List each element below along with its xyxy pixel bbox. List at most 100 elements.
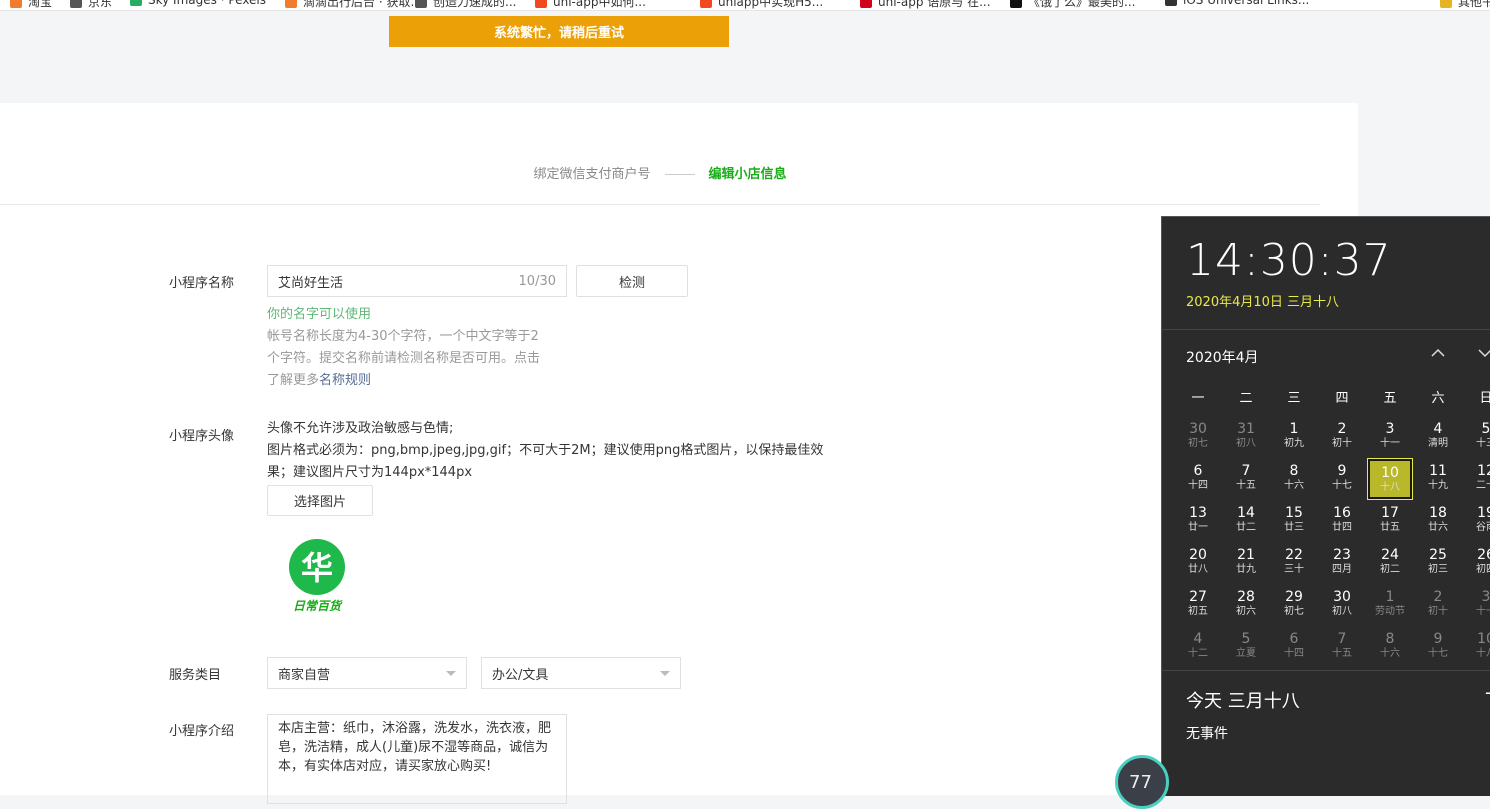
bookmark-favicon-icon xyxy=(1165,0,1177,6)
weekday-header: 日 xyxy=(1462,387,1490,406)
no-event-text: 无事件 xyxy=(1186,726,1228,742)
calendar-day[interactable]: 1 初九 xyxy=(1272,417,1316,457)
system-busy-banner: 系统繁忙，请稍后重试 xyxy=(389,16,729,47)
day-number: 8 xyxy=(1385,631,1395,647)
day-number: 21 xyxy=(1237,547,1255,563)
calendar-day[interactable]: 30 初八 xyxy=(1320,585,1364,625)
bookmark-item[interactable]: 滴滴出行后台 · 获取... xyxy=(285,0,422,10)
calendar-day[interactable]: 9 十七 xyxy=(1320,459,1364,499)
calendar-day[interactable]: 7 十五 xyxy=(1224,459,1268,499)
weekday-header: 三 xyxy=(1287,391,1301,406)
day-number: 30 xyxy=(1333,589,1351,605)
calendar-day[interactable]: 19谷雨 xyxy=(1464,501,1490,541)
calendar-day[interactable]: 3十一 xyxy=(1368,417,1412,457)
month-title[interactable]: 2020年4月 xyxy=(1186,347,1259,367)
performance-gauge[interactable]: 77 xyxy=(1115,755,1169,809)
calendar-day[interactable]: 5十三 xyxy=(1464,417,1490,457)
chevron-down-icon[interactable] xyxy=(1477,345,1490,361)
name-rules-link[interactable]: 名称规则 xyxy=(319,373,371,388)
calendar-day[interactable]: 2 初十 xyxy=(1416,585,1460,625)
calendar-day[interactable]: 13 廿一 xyxy=(1176,501,1220,541)
avatar-rule-line: 头像不允许涉及政治敏感与色情; xyxy=(267,421,454,436)
bookmark-favicon-icon xyxy=(415,0,427,8)
calendar-day[interactable]: 8 十六 xyxy=(1272,459,1316,499)
bookmark-favicon-icon xyxy=(1010,0,1022,8)
bookmark-label: uni-app中如何... xyxy=(553,0,646,9)
calendar-day[interactable]: 1 劳动节 xyxy=(1368,585,1412,625)
calendar-day[interactable]: 9 十七 xyxy=(1416,627,1460,667)
calendar-day[interactable]: 6 十四 xyxy=(1272,627,1316,667)
day-number: 7 xyxy=(1241,463,1251,479)
calendar-day[interactable]: 2 初十 xyxy=(1320,417,1364,457)
lunar-date: 十三 xyxy=(1476,438,1490,449)
calendar-day[interactable]: 24 初二 xyxy=(1368,543,1412,583)
calendar-day[interactable]: 26初四 xyxy=(1464,543,1490,583)
bookmark-item[interactable]: uni-app中如何... xyxy=(535,0,646,10)
calendar-day[interactable]: 8 十六 xyxy=(1368,627,1412,667)
bookmark-item[interactable]: Sky Images · Pexels xyxy=(130,0,266,7)
calendar-day[interactable]: 30 初七 xyxy=(1176,417,1220,457)
app-name-input[interactable]: 艾尚好生活 10/30 xyxy=(267,265,567,297)
calendar-day[interactable]: 27 初五 xyxy=(1176,585,1220,625)
calendar-day[interactable]: 15 廿三 xyxy=(1272,501,1316,541)
day-number: 12 xyxy=(1477,463,1490,479)
bookmark-item[interactable]: 淘宝 xyxy=(10,0,52,10)
calendar-day-today[interactable]: 10 十八 xyxy=(1367,458,1413,500)
bookmark-favicon-icon xyxy=(130,0,142,6)
calendar-day[interactable]: 18 廿六 xyxy=(1416,501,1460,541)
chevron-up-icon[interactable] xyxy=(1430,345,1446,361)
bookmark-label: 其他书签 xyxy=(1458,0,1490,9)
bookmark-favicon-icon xyxy=(285,0,297,8)
lunar-date: 四月 xyxy=(1332,564,1352,575)
bookmark-favicon-icon xyxy=(70,0,82,8)
calendar-day[interactable]: 14 廿二 xyxy=(1224,501,1268,541)
bookmark-favicon-icon xyxy=(535,0,547,8)
calendar-day[interactable]: 29 初七 xyxy=(1272,585,1316,625)
bookmark-label: Sky Images · Pexels xyxy=(148,0,267,7)
bookmark-item[interactable]: 创造力速成的... xyxy=(415,0,516,10)
calendar-day[interactable]: 22 三十 xyxy=(1272,543,1316,583)
bookmark-item[interactable]: uniapp中实现H5... xyxy=(700,0,823,10)
intro-textarea[interactable]: 本店主营：纸巾，沐浴露，洗发水，洗衣液，肥皂，洗洁精，成人(儿童)尿不湿等商品，… xyxy=(267,714,567,804)
check-name-button[interactable]: 检测 xyxy=(576,265,688,297)
calendar-day[interactable]: 16 廿四 xyxy=(1320,501,1364,541)
day-number: 22 xyxy=(1285,547,1303,563)
add-event-icon[interactable]: + xyxy=(1484,683,1490,704)
bookmark-item[interactable]: 京东 xyxy=(70,0,112,10)
calendar-day[interactable]: 10十八 xyxy=(1464,627,1490,667)
day-number: 26 xyxy=(1477,547,1490,563)
calendar-day[interactable]: 4 清明 xyxy=(1416,417,1460,457)
lunar-date: 初七 xyxy=(1188,438,1208,449)
lunar-date: 初二 xyxy=(1380,564,1400,575)
name-rule-tip: 帐号名称长度为4-30个字符，一个中文字等于2 个字符。提交名称前请检测名称是否… xyxy=(267,326,567,392)
category-select-primary[interactable]: 商家自营 xyxy=(267,657,467,689)
calendar-day[interactable]: 12二十 xyxy=(1464,459,1490,499)
calendar-day[interactable]: 31 初八 xyxy=(1224,417,1268,457)
bookmark-item[interactable]: uni-app 语原与 在... xyxy=(860,0,991,10)
bookmark-item[interactable]: iOS Universal Links... xyxy=(1165,0,1309,7)
logo-glyph: 华 xyxy=(301,549,333,587)
calendar-day[interactable]: 28 初六 xyxy=(1224,585,1268,625)
calendar-day[interactable]: 7 十五 xyxy=(1320,627,1364,667)
calendar-day[interactable]: 17 廿五 xyxy=(1368,501,1412,541)
bookmark-item[interactable]: 《饿了么》最美的... xyxy=(1010,0,1135,10)
calendar-day[interactable]: 21 廿九 xyxy=(1224,543,1268,583)
calendar-day[interactable]: 4 十二 xyxy=(1176,627,1220,667)
bookmark-item[interactable]: 其他书签 xyxy=(1440,0,1490,10)
calendar-day[interactable]: 5 立夏 xyxy=(1224,627,1268,667)
category-select-secondary[interactable]: 办公/文具 xyxy=(481,657,681,689)
calendar-day[interactable]: 6 十四 xyxy=(1176,459,1220,499)
calendar-day[interactable]: 23 四月 xyxy=(1320,543,1364,583)
day-number: 23 xyxy=(1333,547,1351,563)
choose-image-button[interactable]: 选择图片 xyxy=(267,485,373,516)
calendar-day[interactable]: 20 廿八 xyxy=(1176,543,1220,583)
calendar-day[interactable]: 11 十九 xyxy=(1416,459,1460,499)
lunar-date: 廿一 xyxy=(1188,522,1208,533)
calendar-day[interactable]: 25 初三 xyxy=(1416,543,1460,583)
calendar-day[interactable]: 3十一 xyxy=(1464,585,1490,625)
day-number: 2 xyxy=(1337,421,1347,437)
lunar-date: 初八 xyxy=(1332,606,1352,617)
clock-date[interactable]: 2020年4月10日 三月十八 xyxy=(1186,291,1339,310)
clock-time: 14:30:37 xyxy=(1186,235,1392,286)
day-number: 15 xyxy=(1285,505,1303,521)
